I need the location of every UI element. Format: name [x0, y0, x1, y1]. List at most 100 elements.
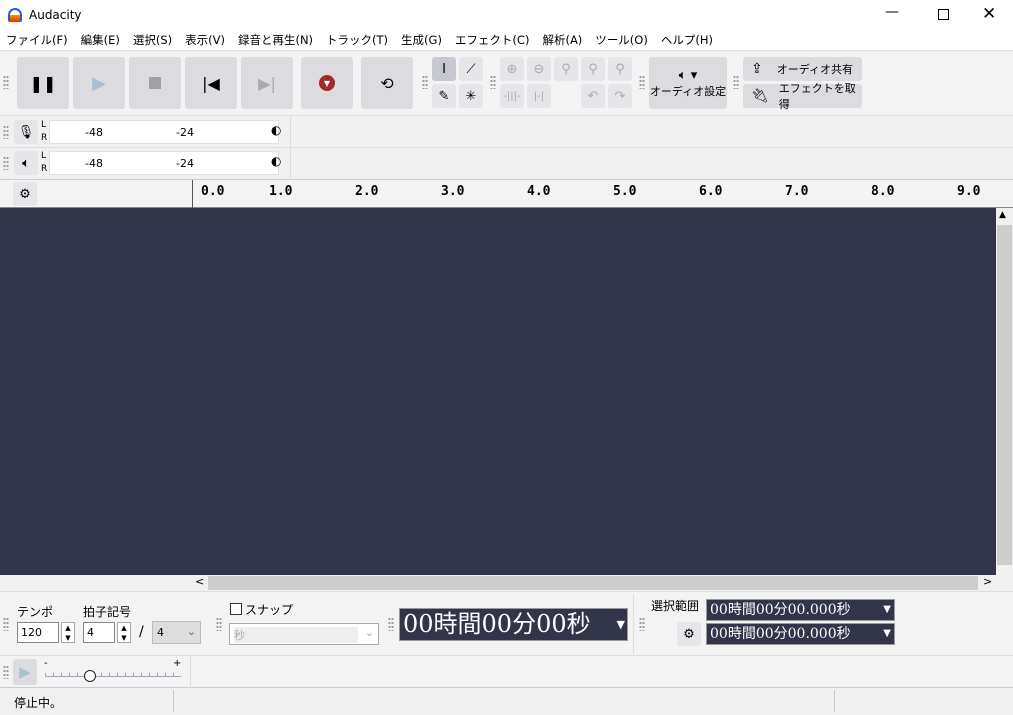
menu-select[interactable]: 選択(S) [133, 31, 172, 50]
maximize-button[interactable] [938, 9, 949, 20]
grip-icon[interactable] [639, 75, 645, 89]
fit-project-button[interactable]: ⚲ [581, 57, 605, 81]
grip-icon[interactable] [639, 617, 645, 631]
recording-meter[interactable]: -48 -24 [49, 120, 279, 144]
pause-button[interactable]: ❚❚ [17, 57, 69, 109]
playback-meter[interactable]: -48 -24 [49, 151, 279, 175]
grip-icon[interactable] [733, 75, 739, 89]
play-button[interactable]: ▶ [73, 57, 125, 109]
menu-analyze[interactable]: 解析(A) [542, 31, 582, 50]
playback-meter-toolbar: 🔈︎ L R -48 -24 ◐ [0, 148, 1013, 180]
play-icon: ▶ [92, 73, 106, 94]
selection-start[interactable]: 00時間00分00.000秒 ▼ [706, 599, 895, 621]
ruler-label: 2.0 [355, 184, 378, 199]
selection-settings-button[interactable]: ⚙ [677, 622, 701, 646]
meter-knob-icon[interactable]: ◐ [271, 154, 281, 168]
channel-l: L [41, 151, 46, 161]
ruler-label: 9.0 [957, 184, 980, 199]
ruler-label: 1.0 [269, 184, 292, 199]
speaker-button[interactable]: 🔈︎ [14, 151, 38, 175]
grip-icon[interactable] [3, 617, 9, 631]
speed-slider[interactable] [45, 673, 181, 677]
share-audio-button[interactable]: ⇪オーディオ共有 [743, 57, 862, 81]
redo-button[interactable]: ↷ [608, 84, 632, 108]
zoom-in-button[interactable]: ⊕ [500, 57, 524, 81]
tempo-input[interactable] [17, 622, 59, 643]
horizontal-scrollbar[interactable]: < > [192, 575, 996, 591]
vertical-scrollbar[interactable]: ▲ [996, 208, 1013, 575]
time-signature-numerator[interactable] [83, 622, 115, 643]
grip-icon[interactable] [3, 75, 9, 89]
horizontal-scroll-thumb[interactable] [208, 576, 978, 590]
loop-button[interactable]: ⟲ [361, 57, 413, 109]
close-button[interactable]: ✕ [982, 4, 996, 24]
grip-icon[interactable] [490, 75, 496, 89]
audio-setup-button[interactable]: 🔈︎ ▾ オーディオ設定 [649, 57, 727, 109]
status-bar: 停止中。 [0, 688, 1013, 715]
ruler-label: 5.0 [613, 184, 636, 199]
play-at-speed-toolbar: ▶ - + [0, 656, 1013, 688]
grip-icon[interactable] [216, 617, 222, 631]
track-area[interactable] [0, 208, 996, 575]
fit-selection-button[interactable]: ⚲ [554, 57, 578, 81]
silence-button[interactable]: |-| [527, 84, 551, 108]
ruler-label: 8.0 [871, 184, 894, 199]
ruler-label: 6.0 [699, 184, 722, 199]
menu-edit[interactable]: 編集(E) [81, 31, 120, 50]
skip-start-button[interactable]: |◀ [185, 57, 237, 109]
skip-end-button[interactable]: ▶| [241, 57, 293, 109]
tempo-stepper[interactable]: ▲▼ [61, 622, 75, 643]
selection-tool-button[interactable]: I [432, 57, 456, 81]
time-signature-label: 拍子記号 [83, 603, 131, 620]
menu-tracks[interactable]: トラック(T) [326, 31, 388, 50]
time-signature-denominator[interactable]: 4 ⌄ [152, 621, 201, 644]
trim-button[interactable]: -|||- [500, 84, 524, 108]
meter-knob-icon[interactable]: ◐ [271, 123, 281, 137]
chevron-down-icon: ⌄ [365, 626, 374, 639]
chevron-down-icon: ⌄ [187, 625, 196, 638]
grip-icon[interactable] [3, 665, 9, 679]
speed-minus-label: - [44, 658, 48, 669]
speed-slider-thumb[interactable] [84, 670, 96, 682]
dropdown-arrow-icon: ▼ [883, 624, 891, 644]
minimize-button[interactable]: — [880, 4, 904, 20]
grip-icon[interactable] [3, 125, 9, 139]
grip-icon[interactable] [3, 156, 9, 170]
selection-start-value: 00時間00分00.000秒 [710, 602, 851, 618]
snap-checkbox[interactable] [230, 603, 242, 615]
menu-effect[interactable]: エフェクト(C) [455, 31, 530, 50]
stop-icon [149, 77, 161, 89]
play-at-speed-button[interactable]: ▶ [13, 659, 37, 685]
vertical-scroll-thumb[interactable] [997, 225, 1012, 565]
zoom-toggle-button[interactable]: ⚲ [608, 57, 632, 81]
zoom-out-button[interactable]: ⊖ [527, 57, 551, 81]
grip-icon[interactable] [388, 617, 394, 631]
undo-button[interactable]: ↶ [581, 84, 605, 108]
record-button[interactable]: ▼ [301, 57, 353, 109]
selection-end-value: 00時間00分00.000秒 [710, 626, 851, 642]
skip-start-icon: |◀ [202, 74, 220, 93]
envelope-tool-button[interactable]: ⟋ [459, 57, 483, 81]
snap-unit-select[interactable]: 秒 ⌄ [229, 623, 379, 645]
menu-tools[interactable]: ツール(O) [595, 31, 648, 50]
channel-l: L [41, 120, 46, 130]
audacity-logo-icon [8, 8, 22, 22]
timeline-ruler[interactable]: ⚙ [0, 180, 1013, 208]
draw-tool-button[interactable]: ✎ [432, 84, 456, 108]
microphone-button[interactable]: 🎙︎ [14, 120, 38, 144]
multi-tool-button[interactable]: ✳ [459, 84, 483, 108]
stop-button[interactable] [129, 57, 181, 109]
selection-end[interactable]: 00時間00分00.000秒 ▼ [706, 623, 895, 645]
dropdown-arrow-icon: ▼ [883, 600, 891, 620]
menu-file[interactable]: ファイル(F) [6, 31, 68, 50]
menu-generate[interactable]: 生成(G) [401, 31, 442, 50]
menu-transport[interactable]: 録音と再生(N) [238, 31, 313, 50]
plug-icon: 🔌︎ [751, 88, 769, 104]
menu-view[interactable]: 表示(V) [185, 31, 225, 50]
get-effects-button[interactable]: 🔌︎エフェクトを取得 [743, 84, 862, 108]
menu-help[interactable]: ヘルプ(H) [661, 31, 713, 50]
numerator-stepper[interactable]: ▲▼ [117, 622, 131, 643]
grip-icon[interactable] [422, 75, 428, 89]
time-display[interactable]: 00時間00分00秒 ▼ [399, 608, 628, 641]
timeline-settings-button[interactable]: ⚙ [13, 182, 37, 206]
